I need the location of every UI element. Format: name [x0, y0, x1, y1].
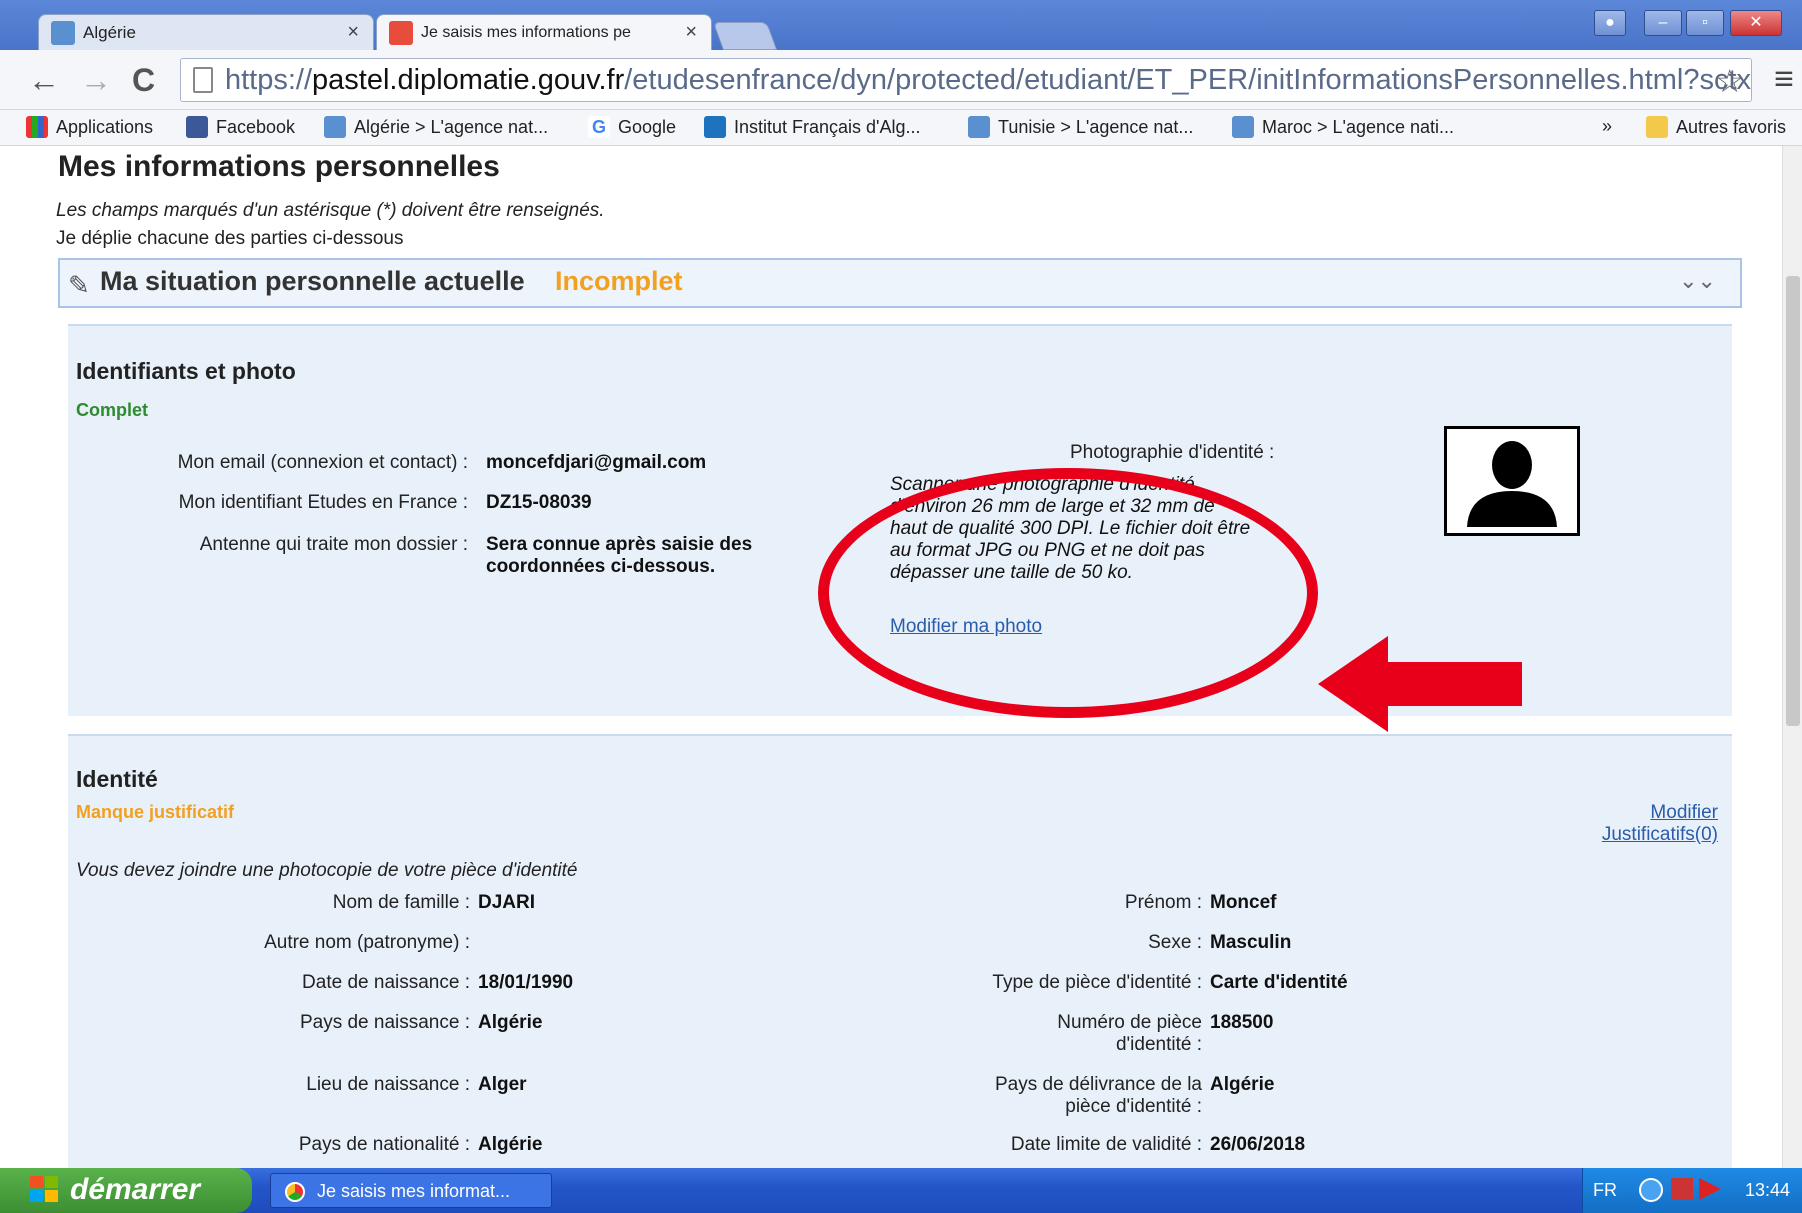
bookmark-applications[interactable]: Applications	[26, 116, 153, 138]
tab-label: Je saisis mes informations pe	[421, 23, 631, 41]
url-scheme: https://	[225, 64, 313, 96]
user-icon[interactable]: ●	[1594, 10, 1626, 36]
folder-open-icon: ✎	[68, 270, 90, 300]
tab-informations[interactable]: Je saisis mes informations pe ×	[376, 14, 712, 50]
page-icon	[193, 67, 213, 93]
tray-expand-icon[interactable]	[1639, 1178, 1663, 1202]
address-bar[interactable]: https://pastel.diplomatie.gouv.fr/etudes…	[180, 58, 1752, 102]
identity-photo[interactable]	[1444, 426, 1580, 536]
taskbar-window-label: Je saisis mes informat...	[317, 1181, 511, 1201]
panel-heading: Identité	[76, 766, 158, 792]
clock: 13:44	[1744, 1180, 1790, 1200]
bookmark-tunisie[interactable]: Tunisie > L'agence nat...	[968, 116, 1193, 138]
bookmark-google[interactable]: G Google	[588, 116, 676, 138]
google-icon: G	[588, 116, 610, 138]
network-alert-icon[interactable]	[1699, 1178, 1721, 1200]
tab-algerie[interactable]: Algérie ×	[38, 14, 374, 50]
page-scrollbar[interactable]	[1782, 146, 1802, 1168]
status-complet: Complet	[76, 400, 148, 420]
url-path: /etudesenfrance/dyn/protected/etudiant/E…	[624, 64, 1752, 96]
campus-france-icon	[968, 116, 990, 138]
field-label: Mon email (connexion et contact) :	[177, 452, 468, 473]
field-label: Antenne qui traite mon dossier :	[199, 534, 468, 555]
url-host: pastel.diplomatie.gouv.fr	[312, 64, 625, 96]
panel-heading: Identifiants et photo	[76, 358, 296, 384]
start-button[interactable]: démarrer	[0, 1168, 252, 1213]
if-icon	[704, 116, 726, 138]
bookmarks-overflow-chevron[interactable]: »	[1602, 116, 1612, 137]
bookmark-maroc[interactable]: Maroc > L'agence nati...	[1232, 116, 1454, 138]
field-label: Mon identifiant Etudes en France :	[178, 492, 468, 513]
page-icon	[389, 20, 413, 45]
scrollbar-thumb[interactable]	[1786, 276, 1800, 726]
tab-strip: Algérie × Je saisis mes informations pe …	[0, 0, 1802, 50]
taskbar-window-chrome[interactable]: Je saisis mes informat...	[270, 1173, 552, 1208]
close-icon[interactable]: ×	[347, 21, 359, 44]
bookmarks-bar: Applications Facebook Algérie > L'agence…	[0, 110, 1802, 146]
campus-france-icon	[324, 116, 346, 138]
page-title: Mes informations personnelles	[58, 150, 500, 183]
page-content: Mes informations personnelles Les champs…	[0, 146, 1782, 1168]
forward-arrow-icon[interactable]: →	[80, 62, 112, 99]
campus-france-icon	[51, 20, 75, 45]
campus-france-icon	[1232, 116, 1254, 138]
system-tray: FR 13:44	[1582, 1168, 1802, 1213]
field-value-line2: coordonnées ci-dessous.	[486, 556, 716, 577]
justificatifs-link[interactable]: Justificatifs(0)	[1602, 824, 1718, 846]
bookmark-autres-favoris[interactable]: Autres favoris	[1646, 116, 1786, 138]
apps-grid-icon	[26, 116, 48, 138]
browser-window: Algérie × Je saisis mes informations pe …	[0, 0, 1802, 146]
maximize-button[interactable]: ▫	[1686, 10, 1724, 36]
field-value-line1: Sera connue après saisie des	[486, 534, 753, 555]
chevron-down-icon[interactable]: ⌄⌄	[1679, 268, 1716, 294]
identity-notice: Vous devez joindre une photocopie de vot…	[76, 860, 578, 881]
field-value: moncefdjari@gmail.com	[486, 452, 707, 473]
facebook-icon	[186, 116, 208, 138]
close-icon[interactable]: ×	[685, 21, 697, 44]
chrome-icon	[285, 1182, 305, 1202]
bookmark-algerie[interactable]: Algérie > L'agence nat...	[324, 116, 548, 138]
star-icon[interactable]: ☆	[1715, 62, 1744, 100]
highlight-ellipse	[818, 468, 1318, 718]
field-antenne: Antenne qui traite mon dossier : Sera co…	[68, 534, 868, 584]
tab-label: Algérie	[83, 22, 136, 42]
panel-identite: Identité Manque justificatif Modifier Ju…	[68, 734, 1732, 1168]
new-tab-button[interactable]	[712, 22, 778, 50]
modify-link[interactable]: Modifier	[1650, 802, 1718, 824]
bookmark-institut-francais[interactable]: Institut Français d'Alg...	[704, 116, 921, 138]
windows-flag-icon	[30, 1176, 58, 1202]
section-title: Ma situation personnelle actuelle	[100, 266, 525, 296]
language-indicator[interactable]: FR	[1593, 1180, 1617, 1201]
minimize-button[interactable]: –	[1644, 10, 1682, 36]
back-arrow-icon[interactable]: ←	[28, 62, 60, 99]
menu-icon[interactable]: ≡	[1774, 60, 1794, 99]
field-value: DZ15-08039	[486, 492, 592, 513]
browser-toolbar: ← → C https://pastel.diplomatie.gouv.fr/…	[0, 50, 1802, 110]
bookmark-facebook[interactable]: Facebook	[186, 116, 295, 138]
start-label: démarrer	[70, 1173, 201, 1206]
required-fields-note: Les champs marqués d'un astérisque (*) d…	[56, 200, 605, 221]
folder-icon	[1646, 116, 1668, 138]
unfold-instruction: Je déplie chacune des parties ci-dessous	[56, 228, 404, 249]
person-silhouette-icon	[1467, 441, 1557, 527]
section-status-badge: Incomplet	[555, 266, 683, 296]
taskbar: démarrer Je saisis mes informat... FR 13…	[0, 1168, 1802, 1213]
status-manque-justificatif: Manque justificatif	[76, 802, 235, 822]
section-header-situation[interactable]: ✎ Ma situation personnelle actuelle Inco…	[58, 258, 1742, 308]
close-window-button[interactable]: ✕	[1730, 10, 1782, 36]
photo-label: Photographie d'identité :	[1070, 442, 1275, 463]
red-arrow-icon	[1318, 636, 1522, 732]
security-alert-icon[interactable]	[1671, 1178, 1693, 1200]
reload-icon[interactable]: C	[132, 62, 155, 99]
